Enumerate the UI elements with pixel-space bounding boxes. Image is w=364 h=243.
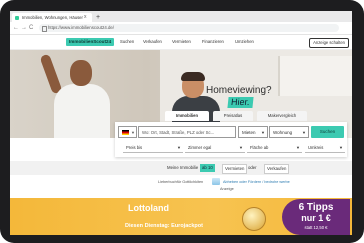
owner-label: Meine Immobilie <box>167 165 199 170</box>
rooms-filter[interactable]: Zimmer egal ▼ <box>185 143 245 153</box>
promo-line-1: 6 Tipps <box>298 202 334 213</box>
price-filter[interactable]: Preis bis ▼ <box>123 143 183 153</box>
ad-logo: Lottoland <box>128 203 169 213</box>
travel-icon <box>212 178 220 185</box>
property-type-select[interactable]: Wohnung ▼ <box>269 126 309 138</box>
info-link[interactable]: Abheben oder Fördern / bedrohe werbe <box>223 180 290 184</box>
favicon-icon <box>15 16 19 20</box>
hero-shelf <box>278 56 352 96</box>
screen: Immobilien, Wohnungen, Häuser x + ← → C … <box>10 11 352 235</box>
new-tab-button[interactable]: + <box>96 13 100 22</box>
or-text: oder <box>248 165 257 170</box>
ad-headline: Diesen Dienstag: Eurojackpot <box>125 223 203 229</box>
address-bar: ← → C https://www.immobilienscout24.de/ <box>10 22 352 35</box>
area-filter[interactable]: Fläche ab ▼ <box>247 143 302 153</box>
browser-tabbar: Immobilien, Wohnungen, Häuser x + <box>10 11 352 22</box>
lottoland-ad[interactable]: Lottoland Diesen Dienstag: Eurojackpot 6… <box>10 198 352 235</box>
sell-button[interactable]: Verkaufen <box>264 164 290 174</box>
info-sub: Anzeige <box>220 187 234 191</box>
tab-immobilien[interactable]: Immobilien <box>165 111 209 121</box>
hero-badge: Hier. <box>227 97 254 108</box>
back-arrow-icon[interactable]: ← <box>13 22 19 34</box>
forward-arrow-icon[interactable]: → <box>21 22 27 34</box>
country-select[interactable]: ▼ <box>118 126 137 138</box>
search-button[interactable]: Suchen <box>311 126 344 138</box>
site-header: ImmobilienScout24 Suchen Verkaufen Vermi… <box>10 35 352 50</box>
hero-headline: Homeviewing? <box>206 85 272 96</box>
location-input[interactable]: Wo: Ort, Stadt, Straße, PLZ oder Sc... <box>138 126 236 138</box>
tablet-frame: Immobilien, Wohnungen, Häuser x + ← → C … <box>0 0 364 243</box>
nav-item-verkaufen[interactable]: Verkaufen <box>143 35 162 49</box>
property-owner-bar: Meine Immobilie ab 10 Vermieten oder Ver… <box>10 161 352 175</box>
germany-flag-icon <box>122 130 129 135</box>
chevron-down-icon: ▼ <box>131 130 135 135</box>
coin-icon <box>242 207 266 231</box>
lock-icon <box>42 26 47 32</box>
radius-filter[interactable]: Umkreis ▼ <box>305 143 345 153</box>
rent-out-button[interactable]: Vermieten <box>222 164 248 174</box>
owner-tag: ab 10 <box>200 164 215 172</box>
ad-promo: 6 Tipps nur 1 € statt 12,50 € <box>282 199 350 235</box>
browser-tab[interactable]: Immobilien, Wohnungen, Häuser x <box>12 13 92 22</box>
info-strip: Lieberbuchfür Gottlichkiten Abheben oder… <box>10 176 352 196</box>
info-text: Lieberbuchfür Gottlichkiten <box>158 180 204 184</box>
hero-person-left <box>39 53 110 138</box>
nav-item-vermieten[interactable]: Vermieten <box>172 35 191 49</box>
search-panel: ▼ Wo: Ort, Stadt, Straße, PLZ oder Sc...… <box>115 122 347 157</box>
nav-item-umziehen[interactable]: Umziehen <box>235 35 254 49</box>
chevron-down-icon: ▼ <box>302 130 306 135</box>
nav-item-suchen[interactable]: Suchen <box>120 35 134 49</box>
tab-preisatlas[interactable]: Preisatlas <box>213 111 253 121</box>
nav-item-finanzieren[interactable]: Finanzieren <box>202 35 224 49</box>
url-input[interactable]: https://www.immobilienscout24.de/ <box>39 24 339 32</box>
tab-makervergleich[interactable]: Makervergleich <box>257 111 307 121</box>
promo-line-3: statt 12,50 € <box>304 225 328 230</box>
reload-icon[interactable]: C <box>29 22 33 34</box>
promo-line-2: nur 1 € <box>301 213 331 223</box>
tab-title: Immobilien, Wohnungen, Häuser <box>22 15 83 20</box>
chevron-down-icon: ▼ <box>261 130 265 135</box>
url-text: https://www.immobilienscout24.de/ <box>48 25 114 30</box>
post-listing-button[interactable]: Anzeige schalten <box>309 38 349 48</box>
offer-type-select[interactable]: Mieten ▼ <box>238 126 268 138</box>
close-icon[interactable]: x <box>84 13 87 22</box>
site-logo[interactable]: ImmobilienScout24 <box>66 38 115 46</box>
